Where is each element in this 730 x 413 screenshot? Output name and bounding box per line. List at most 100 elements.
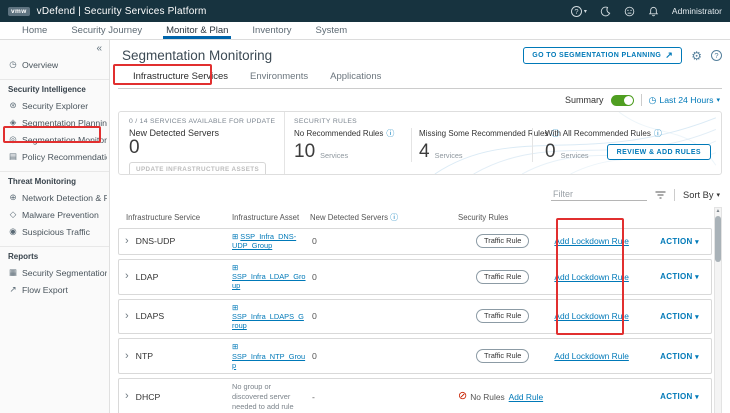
info-icon[interactable]: ⓘ: [386, 128, 394, 139]
asset-link[interactable]: SSP_Infra_NTP_Group: [232, 352, 305, 370]
tab-applications[interactable]: Applications: [319, 66, 392, 88]
sidebar-item-security-segmentation-report[interactable]: ▦ Security Segmentation R...: [0, 264, 109, 281]
nav-item-home[interactable]: Home: [10, 22, 59, 39]
new-servers-count: 0: [312, 236, 317, 247]
summary-label: Summary: [565, 95, 604, 105]
section-title: Security Intelligence: [8, 85, 86, 94]
bell-icon: [648, 6, 659, 16]
clock-icon: ◷: [648, 94, 657, 105]
gear-icon[interactable]: ⚙: [691, 50, 702, 62]
sidebar-collapse-icon[interactable]: «: [0, 42, 109, 56]
add-lockdown-rule-link[interactable]: Add Lockdown Rule: [554, 351, 629, 361]
security-rules-eyebrow: SECURITY RULES: [294, 118, 357, 125]
scrollbar-thumb[interactable]: [715, 216, 721, 262]
tab-infrastructure-services[interactable]: Infrastructure Services: [122, 66, 239, 88]
dark-mode-toggle[interactable]: [600, 6, 611, 17]
asset-link[interactable]: SSP_Infra_LDAPS_Group: [232, 312, 304, 330]
add-rule-link[interactable]: Add Rule: [509, 392, 543, 402]
chevron-down-icon: ▾: [583, 8, 587, 15]
stat-unit: Services: [434, 150, 463, 160]
scroll-up-icon[interactable]: ▲: [716, 208, 721, 215]
review-add-rules-button[interactable]: REVIEW & ADD RULES: [606, 144, 711, 160]
asset-group-icon: ⊞: [232, 262, 239, 272]
sidebar-item-overview[interactable]: ◷ Overview: [0, 56, 109, 73]
flow-export-icon: ↗: [9, 284, 17, 294]
action-dropdown[interactable]: ACTION ▾: [658, 312, 711, 321]
row-expand-icon[interactable]: ›: [125, 235, 129, 247]
table-row-ntp: › NTP ⊞SSP_Infra_NTP_Group 0 Traffic Rul…: [118, 338, 712, 375]
page-help-icon[interactable]: ?: [711, 50, 722, 61]
tab-environments[interactable]: Environments: [239, 66, 319, 88]
sidebar-item-policy-recommendations[interactable]: ▤ Policy Recommendations: [0, 148, 109, 165]
add-lockdown-rule-link[interactable]: Add Lockdown Rule: [554, 272, 629, 282]
action-dropdown[interactable]: ACTION ▾: [658, 237, 711, 246]
sidebar-item-flow-export[interactable]: ↗ Flow Export: [0, 281, 109, 298]
new-servers-count: 0: [312, 271, 317, 282]
new-detected-servers-value: 0: [129, 137, 140, 158]
asset-link[interactable]: SSP_Infra_LDAP_Group: [232, 272, 306, 290]
vmware-logo: vmw: [8, 6, 30, 16]
time-range-dropdown[interactable]: ◷ Last 24 Hours ▾: [649, 95, 720, 106]
row-expand-icon[interactable]: ›: [125, 350, 129, 362]
top-header: vmw vDefend | Security Services Platform…: [0, 0, 730, 22]
sidebar-item-malware-prevention[interactable]: ◇ Malware Prevention: [0, 206, 109, 223]
traffic-rule-badge: Traffic Rule: [476, 269, 530, 284]
update-infrastructure-assets-button[interactable]: UPDATE INFRASTRUCTURE ASSETS: [129, 161, 267, 174]
sidebar-item-network-detection[interactable]: ⊕ Network Detection & Res...: [0, 189, 109, 206]
primary-nav: Home Security Journey Monitor & Plan Inv…: [0, 22, 730, 40]
sidebar-item-segmentation-planning[interactable]: ◈ Segmentation Planning: [0, 114, 109, 131]
chevron-down-icon: ▾: [695, 274, 699, 282]
section-title: Threat Monitoring: [8, 177, 76, 186]
action-dropdown[interactable]: ACTION ▾: [658, 392, 711, 401]
suspicious-traffic-icon: ◉: [9, 226, 17, 236]
stat-value: 0: [545, 141, 556, 162]
feedback-button[interactable]: [624, 6, 635, 17]
user-menu[interactable]: Administrator: [672, 6, 722, 16]
nav-item-monitor-plan[interactable]: Monitor & Plan: [154, 22, 240, 39]
chevron-down-icon: ▾: [716, 97, 720, 104]
service-name: DNS-UDP: [135, 236, 176, 247]
filter-input[interactable]: [551, 188, 647, 201]
summary-toggle[interactable]: [610, 94, 634, 106]
sidebar: « ◷ Overview Security Intelligence ⊛ Sec…: [0, 40, 110, 413]
help-menu[interactable]: ? ▾: [570, 5, 587, 17]
vertical-scrollbar[interactable]: ▲ ▼: [714, 207, 722, 413]
asset-link[interactable]: SSP_Infra_DNS-UDP_Group: [232, 232, 296, 250]
sidebar-item-segmentation-monitoring[interactable]: ◎ Segmentation Monitoring: [0, 131, 109, 148]
nav-item-system[interactable]: System: [304, 22, 360, 39]
sidebar-item-security-explorer[interactable]: ⊛ Security Explorer: [0, 97, 109, 114]
service-name: DHCP: [135, 391, 161, 402]
moon-icon: [600, 6, 611, 16]
chevron-down-icon: ▾: [716, 191, 720, 199]
add-lockdown-rule-link[interactable]: Add Lockdown Rule: [554, 311, 629, 321]
filter-icon[interactable]: [655, 190, 666, 200]
chevron-down-icon: ▾: [695, 238, 699, 246]
notifications-button[interactable]: [648, 6, 659, 17]
service-name: NTP: [135, 351, 154, 362]
go-to-segmentation-planning-button[interactable]: GO TO SEGMENTATION PLANNING ↗: [523, 47, 683, 64]
chevron-down-icon: ▾: [695, 353, 699, 361]
services-available-eyebrow: 0 / 14 SERVICES AVAILABLE FOR UPDATE: [129, 118, 276, 125]
action-dropdown[interactable]: ACTION ▾: [658, 272, 711, 281]
chevron-down-icon: ▾: [695, 394, 699, 402]
info-icon[interactable]: ⓘ: [390, 213, 398, 222]
add-lockdown-rule-link[interactable]: Add Lockdown Rule: [554, 236, 629, 246]
row-expand-icon[interactable]: ›: [125, 271, 129, 282]
col-security-rules: Security Rules: [458, 213, 509, 222]
action-dropdown[interactable]: ACTION ▾: [658, 352, 711, 361]
sort-by-dropdown[interactable]: Sort By ▾: [683, 190, 720, 200]
divider: [640, 94, 642, 106]
nav-item-security-journey[interactable]: Security Journey: [59, 22, 154, 39]
row-expand-icon[interactable]: ›: [125, 310, 129, 322]
stat-unit: Services: [560, 150, 589, 160]
malware-prevention-icon: ◇: [9, 209, 17, 219]
tab-bar: Infrastructure Services Environments App…: [118, 66, 722, 89]
sidebar-item-suspicious-traffic[interactable]: ◉ Suspicious Traffic: [0, 223, 109, 240]
nav-item-inventory[interactable]: Inventory: [240, 22, 303, 39]
row-expand-icon[interactable]: ›: [125, 391, 129, 402]
main-content: Segmentation Monitoring GO TO SEGMENTATI…: [110, 40, 730, 413]
summary-cards-panel: 0 / 14 SERVICES AVAILABLE FOR UPDATE New…: [118, 111, 722, 175]
new-servers-count: -: [312, 391, 315, 402]
info-icon[interactable]: ⓘ: [654, 128, 662, 139]
external-link-icon: ↗: [665, 50, 674, 60]
